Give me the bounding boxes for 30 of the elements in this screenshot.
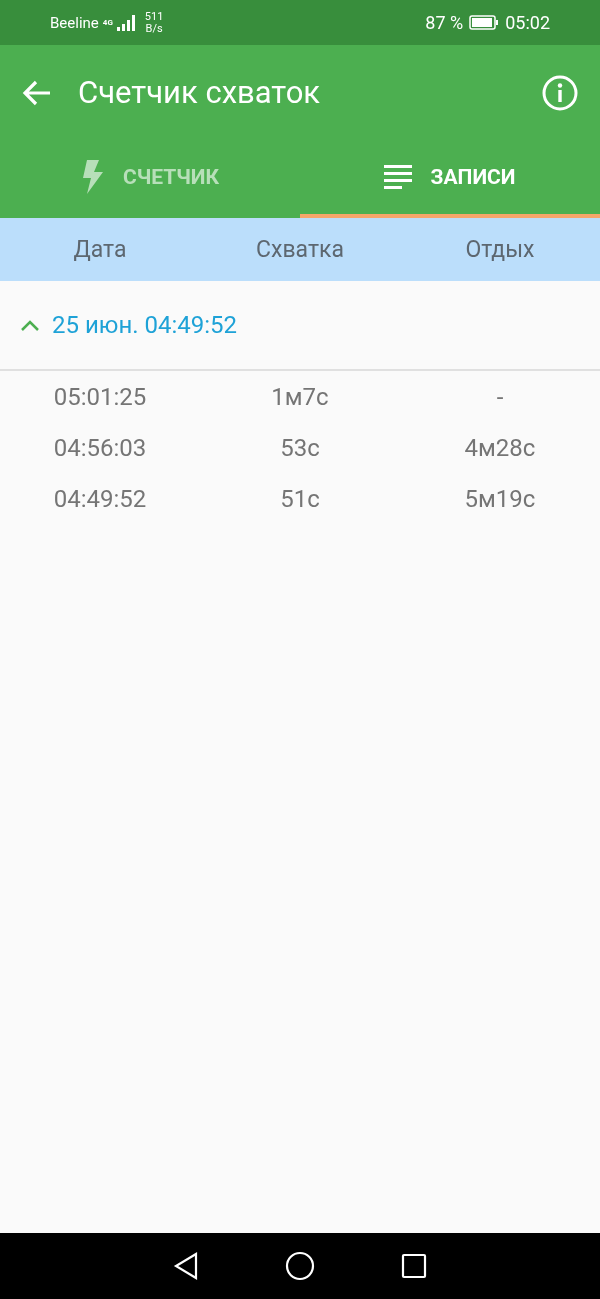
battery-percent: 87 % — [425, 12, 464, 33]
table-cell-text: 4м28с — [463, 433, 537, 462]
table-cell-text: 1м7с — [270, 382, 330, 411]
clock: 05:02 — [505, 12, 550, 33]
table-cell-text: 51с — [279, 484, 321, 513]
table-cell-text: 05:01:25 — [52, 382, 148, 411]
group-header[interactable]: 25 июн. 04:49:52 — [0, 281, 600, 371]
app-title: Счетчик схваток — [78, 74, 322, 111]
lightning-icon — [80, 160, 105, 194]
table-cell-text: 04:49:52 — [52, 484, 148, 513]
home-icon[interactable] — [285, 1251, 315, 1281]
speed-unit: B/s — [145, 22, 163, 35]
table-cell-text: 53с — [279, 433, 321, 462]
battery-icon — [469, 15, 500, 30]
back-icon[interactable] — [173, 1252, 199, 1280]
table-cell-text: 04:56:03 — [52, 433, 148, 462]
table-cell-text: 5м19с — [463, 484, 537, 513]
column-header: Схватка — [255, 236, 345, 263]
signal-icon — [116, 14, 135, 31]
back-arrow-icon[interactable] — [22, 79, 52, 106]
column-header: Отдых — [464, 236, 536, 263]
carrier-name: Beeline — [50, 13, 99, 32]
speed-value: 511 — [144, 10, 164, 23]
info-icon[interactable] — [542, 74, 578, 111]
tab[interactable]: СЧЕТЧИК — [0, 140, 300, 218]
network-type: 4G — [102, 18, 113, 27]
recents-icon[interactable] — [401, 1253, 427, 1279]
list-icon — [384, 165, 413, 189]
table-cell-text: - — [495, 382, 505, 411]
column-header: Дата — [72, 236, 128, 263]
